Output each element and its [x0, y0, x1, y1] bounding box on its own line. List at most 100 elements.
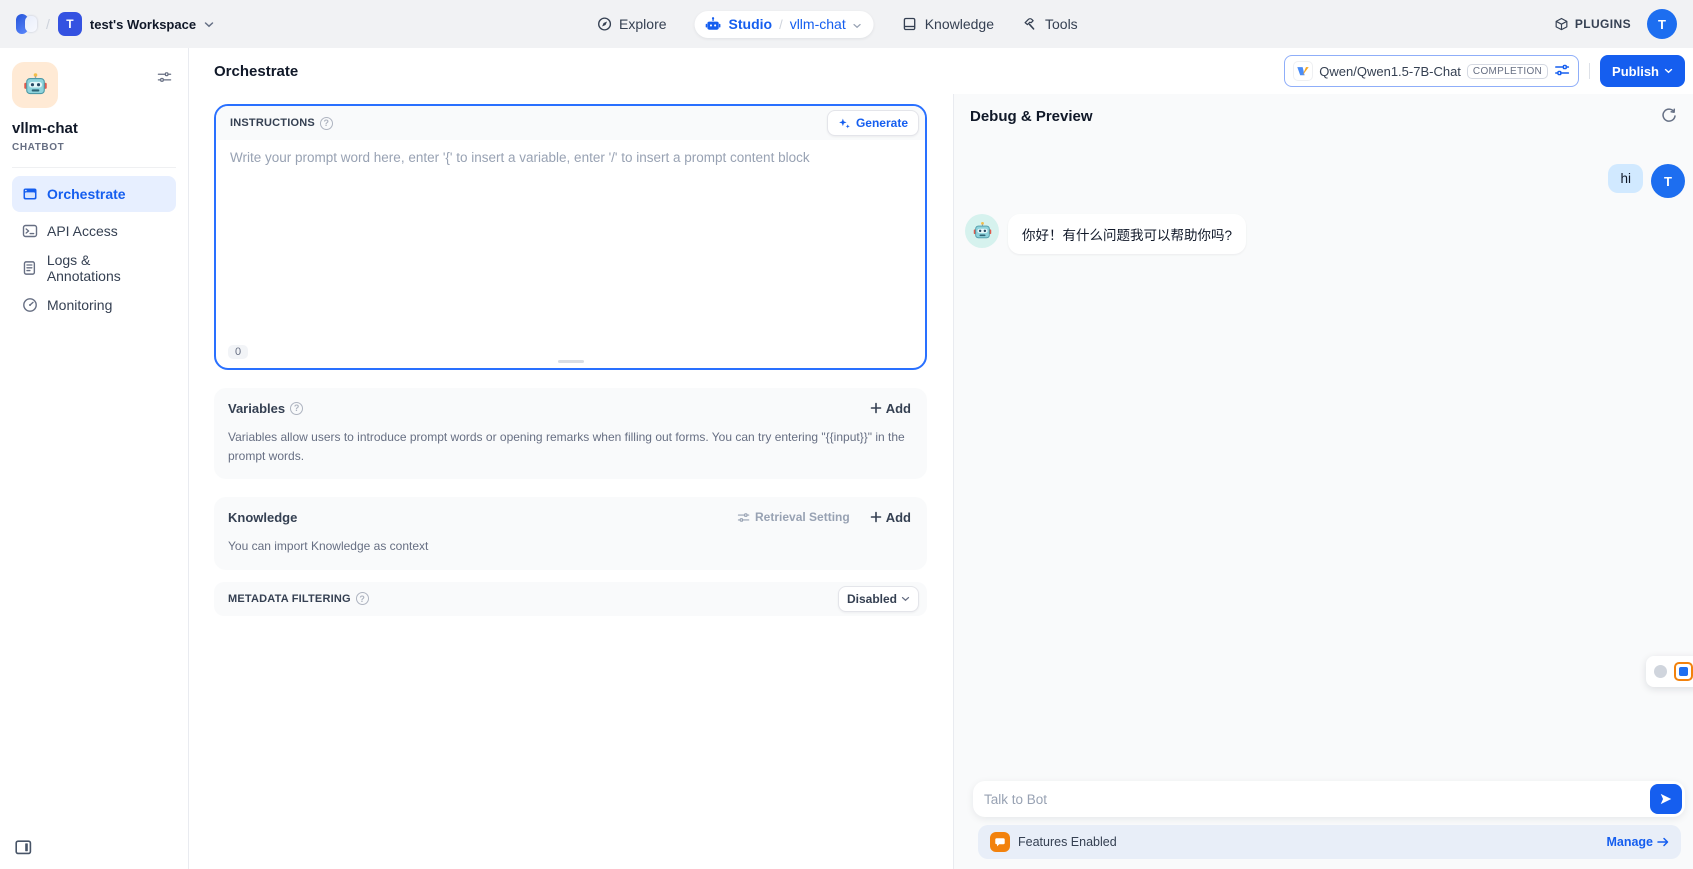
- retrieval-setting-label: Retrieval Setting: [755, 510, 850, 524]
- workspace-name: test's Workspace: [90, 17, 196, 32]
- user-message-bubble: hi: [1608, 164, 1643, 193]
- terminal-icon: [22, 223, 38, 239]
- model-selector[interactable]: Qwen/Qwen1.5-7B-Chat COMPLETION: [1284, 55, 1579, 87]
- chat-input[interactable]: [984, 792, 1641, 807]
- knowledge-description: You can import Knowledge as context: [214, 537, 927, 570]
- instructions-title-text: INSTRUCTIONS: [230, 117, 315, 129]
- sidebar-item-label: Orchestrate: [47, 186, 126, 202]
- add-knowledge-button[interactable]: Add: [864, 506, 917, 529]
- workspace-switcher[interactable]: / T test's Workspace: [16, 12, 214, 36]
- sidebar-item-label: Monitoring: [47, 297, 112, 313]
- header-divider: [1589, 63, 1590, 79]
- plus-icon: [870, 511, 882, 523]
- chat-message-list: hi T: [954, 138, 1693, 781]
- sidebar-divider: [12, 167, 176, 168]
- sidebar-item-monitoring[interactable]: Monitoring: [12, 287, 176, 323]
- debug-header: Debug & Preview: [954, 94, 1693, 138]
- metadata-filtering-title-text: METADATA FILTERING: [228, 593, 351, 605]
- app-settings-icon[interactable]: [157, 70, 172, 88]
- collapse-sidebar-icon[interactable]: [15, 840, 32, 858]
- page-title: Orchestrate: [214, 63, 298, 80]
- restart-conversation-button[interactable]: [1659, 106, 1679, 126]
- plus-icon: [870, 402, 882, 414]
- instructions-header: INSTRUCTIONS ? Generate: [216, 106, 925, 140]
- retrieval-setting-button[interactable]: Retrieval Setting: [737, 510, 850, 524]
- knowledge-title: Knowledge: [228, 510, 297, 525]
- robot-icon: [705, 16, 722, 33]
- model-mode-badge: COMPLETION: [1467, 64, 1548, 79]
- resize-handle[interactable]: [558, 360, 584, 363]
- knowledge-card: Knowledge Retrieval Setting Add: [214, 497, 927, 570]
- chat-message-user: hi T: [965, 164, 1685, 198]
- chevron-down-icon: [901, 596, 910, 602]
- metadata-filtering-dropdown[interactable]: Disabled: [838, 586, 919, 612]
- workspace-avatar: T: [58, 12, 82, 36]
- metadata-filtering-value: Disabled: [847, 592, 897, 606]
- top-navigation-bar: / T test's Workspace Explore Studio / vl…: [0, 0, 1693, 48]
- instructions-title: INSTRUCTIONS ?: [230, 117, 333, 130]
- content-area: Orchestrate Qwen/Qwen1.5-7B-Chat COMPLET…: [189, 48, 1693, 869]
- robot-emoji-icon: [972, 221, 993, 242]
- instructions-textarea[interactable]: [230, 150, 911, 336]
- generate-label: Generate: [856, 116, 908, 130]
- app-icon: [12, 62, 58, 108]
- sidebar-item-api-access[interactable]: API Access: [12, 213, 176, 249]
- features-status: Features Enabled: [990, 832, 1117, 852]
- sidebar-item-label: Logs & Annotations: [47, 252, 166, 284]
- variables-title-text: Variables: [228, 401, 285, 416]
- model-tune-icon[interactable]: [1554, 62, 1570, 81]
- chevron-down-icon: [204, 21, 214, 28]
- metadata-filtering-title: METADATA FILTERING ?: [228, 592, 369, 605]
- variables-header: Variables ? Add: [214, 388, 927, 428]
- chevron-down-icon: [853, 16, 862, 32]
- nav-studio-current[interactable]: Studio / vllm-chat: [695, 11, 874, 38]
- sidebar-item-label: API Access: [47, 223, 118, 239]
- send-button[interactable]: [1650, 784, 1682, 814]
- nav-knowledge[interactable]: Knowledge: [902, 16, 994, 32]
- nav-studio-label: Studio: [729, 16, 773, 32]
- instructions-card: INSTRUCTIONS ? Generate 0: [214, 104, 927, 370]
- manage-features-link[interactable]: Manage: [1606, 835, 1669, 849]
- retrieval-setting-icon: [737, 511, 750, 524]
- publish-button[interactable]: Publish: [1600, 55, 1685, 87]
- sparkle-icon: [838, 117, 851, 130]
- hammer-icon: [1022, 16, 1038, 32]
- chat-message-bot: 你好！有什么问题我可以帮助你吗?: [965, 214, 1685, 254]
- package-icon: [1554, 17, 1569, 32]
- publish-label: Publish: [1612, 64, 1659, 79]
- help-icon: ?: [290, 402, 303, 415]
- features-label: Features Enabled: [1018, 835, 1117, 849]
- orchestrate-config-panel: INSTRUCTIONS ? Generate 0: [189, 94, 953, 869]
- nav-tools[interactable]: Tools: [1022, 16, 1078, 32]
- gauge-icon: [22, 297, 38, 313]
- nav-explore[interactable]: Explore: [596, 16, 666, 32]
- send-icon: [1659, 792, 1673, 806]
- nav-separator: /: [779, 17, 783, 32]
- variables-description: Variables allow users to introduce promp…: [214, 428, 927, 479]
- vllm-logo: [1293, 61, 1313, 81]
- model-name: Qwen/Qwen1.5-7B-Chat: [1319, 64, 1461, 79]
- sidebar-item-orchestrate[interactable]: Orchestrate: [12, 176, 176, 212]
- debug-preview-panel: Debug & Preview hi T: [953, 94, 1693, 869]
- add-knowledge-label: Add: [886, 510, 911, 525]
- sidebar-app-name: vllm-chat: [12, 120, 176, 137]
- bot-message-bubble: 你好！有什么问题我可以帮助你吗?: [1008, 214, 1246, 254]
- nav-knowledge-label: Knowledge: [925, 16, 994, 32]
- generate-button[interactable]: Generate: [827, 110, 919, 136]
- top-right-actions: PLUGINS T: [1554, 9, 1677, 39]
- sidebar-item-logs-annotations[interactable]: Logs & Annotations: [12, 250, 176, 286]
- chevron-down-icon: [1664, 68, 1673, 74]
- dify-logo: [16, 13, 38, 35]
- metadata-filtering-row: METADATA FILTERING ? Disabled: [214, 582, 927, 616]
- user-avatar[interactable]: T: [1647, 9, 1677, 39]
- knowledge-actions: Retrieval Setting Add: [737, 506, 917, 529]
- robot-emoji-icon: [22, 72, 49, 99]
- add-variable-button[interactable]: Add: [864, 397, 917, 420]
- app-sidebar: vllm-chat CHATBOT Orchestrate API Access…: [0, 48, 189, 869]
- char-count-badge: 0: [228, 345, 248, 359]
- plugins-button[interactable]: PLUGINS: [1554, 17, 1631, 32]
- debug-float-widget[interactable]: [1646, 656, 1693, 687]
- book-icon: [902, 16, 918, 32]
- explore-icon: [596, 16, 612, 32]
- plugins-label: PLUGINS: [1575, 17, 1631, 31]
